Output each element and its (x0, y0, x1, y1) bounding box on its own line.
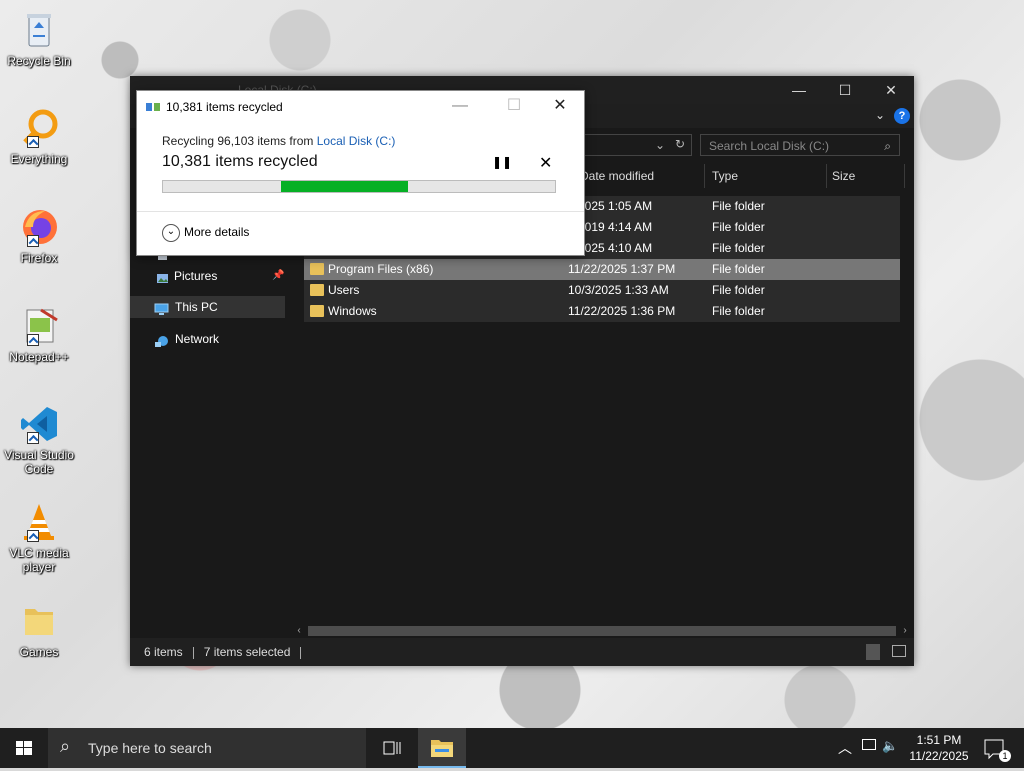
cancel-button[interactable]: ✕ (539, 153, 552, 173)
desktop-icon-everything[interactable]: Everything (4, 108, 74, 166)
desktop-icon-vlc[interactable]: VLC media player (4, 502, 74, 574)
nav-item-network[interactable]: Network (130, 328, 285, 350)
task-view-icon (383, 741, 401, 755)
item-count: 6 items (144, 645, 183, 659)
search-icon: ⌕ (884, 139, 891, 153)
folder-icon (310, 284, 324, 296)
search-placeholder: Search Local Disk (C:) (709, 139, 830, 153)
desktop-icon-vscode[interactable]: Visual Studio Code (4, 404, 74, 476)
network-status-icon[interactable] (862, 739, 876, 750)
taskbar: ⌕ Type here to search ︿ 🔈 1:51 PM 11/22/… (0, 728, 1024, 768)
network-icon (154, 333, 168, 347)
search-icon: ⌕ (60, 736, 71, 756)
clock-time: 1:51 PM (916, 733, 962, 747)
column-separator[interactable] (826, 164, 827, 188)
column-header-type[interactable]: Type (712, 164, 738, 188)
everything-search-icon (19, 108, 59, 148)
scroll-right-icon[interactable]: › (898, 624, 912, 638)
vscode-icon (19, 404, 59, 444)
column-header-size[interactable]: Size (832, 164, 855, 188)
column-separator[interactable] (704, 164, 705, 188)
clock[interactable]: 1:51 PM 11/22/2025 (900, 732, 978, 764)
more-details-button[interactable]: ⌄ More details (162, 222, 249, 242)
dialog-title: 10,381 items recycled (166, 100, 283, 114)
scroll-left-icon[interactable]: ‹ (292, 624, 306, 638)
folder-icon (310, 305, 324, 317)
system-tray: ︿ 🔈 (838, 728, 898, 768)
notification-badge: 1 (999, 750, 1011, 762)
desktop-icon-label: Visual Studio Code (4, 448, 74, 476)
chevron-down-icon: ⌄ (162, 223, 180, 242)
folder-icon (310, 263, 324, 275)
status-bar: 6 items 7 items selected (130, 638, 914, 666)
nav-item-pictures[interactable]: Pictures 📌 (130, 265, 285, 287)
desktop-icon-firefox[interactable]: Firefox (4, 207, 74, 265)
progress-status-text: 10,381 items recycled (162, 153, 318, 170)
address-dropdown-icon[interactable]: ⌄ (655, 138, 665, 152)
progress-bar-fill (280, 181, 408, 192)
task-view-button[interactable] (368, 728, 416, 768)
recycle-bin-icon (19, 10, 59, 50)
notification-icon (984, 739, 1004, 760)
clock-date: 11/22/2025 (909, 749, 969, 763)
desktop-icon-label: Games (19, 645, 59, 659)
horizontal-scrollbar[interactable]: ‹ › (290, 624, 914, 638)
desktop-icon-recycle-bin[interactable]: Recycle Bin (4, 10, 74, 68)
notification-center-button[interactable]: 1 (980, 728, 1024, 768)
pictures-icon (156, 270, 169, 283)
scrollbar-thumb[interactable] (308, 626, 896, 636)
search-input[interactable]: Search Local Disk (C:) ⌕ (700, 134, 900, 156)
taskbar-search-box[interactable]: ⌕ Type here to search (48, 728, 366, 768)
this-pc-icon (154, 301, 169, 315)
column-header-date[interactable]: Date modified (580, 164, 654, 188)
recycling-source-text: Recycling 96,103 items from Local Disk (… (162, 134, 396, 148)
desktop-icon-label: Firefox (20, 251, 58, 265)
selected-count: 7 items selected (203, 645, 291, 659)
column-separator[interactable] (904, 164, 905, 188)
table-row[interactable]: Windows 11/22/2025 1:36 PM File folder (304, 301, 900, 322)
details-view-icon[interactable] (866, 644, 880, 660)
refresh-icon[interactable]: ↻ (675, 137, 685, 151)
source-location-link[interactable]: Local Disk (C:) (317, 134, 396, 148)
firefox-icon (19, 207, 59, 247)
table-row[interactable]: Program Files (x86) 11/22/2025 1:37 PM F… (304, 259, 900, 280)
help-icon[interactable]: ? (894, 108, 910, 124)
pin-icon[interactable]: 📌 (272, 265, 284, 287)
volume-muted-icon[interactable]: 🔈 (882, 738, 898, 754)
recycle-progress-dialog: 10,381 items recycled — ☐ ✕ Recycling 96… (136, 90, 585, 256)
file-explorer-icon (431, 740, 453, 757)
address-bar[interactable]: ⌄ ↻ (582, 134, 692, 156)
nav-item-this-pc[interactable]: This PC (130, 296, 285, 318)
vlc-icon (19, 502, 59, 542)
recycle-icon (146, 101, 160, 113)
large-icons-view-icon[interactable] (892, 645, 906, 657)
desktop-icon-label: VLC media player (9, 546, 69, 574)
minimize-button[interactable]: — (776, 76, 822, 104)
start-button[interactable] (0, 728, 48, 768)
minimize-button[interactable]: — (437, 91, 483, 121)
chevron-down-icon[interactable]: ⌄ (875, 108, 885, 122)
desktop-icon-label: Everything (10, 152, 68, 166)
progress-bar (162, 180, 556, 193)
desktop-icon-label: Recycle Bin (7, 54, 71, 68)
table-row[interactable]: Users 10/3/2025 1:33 AM File folder (304, 280, 900, 301)
notepad-plus-plus-icon (19, 306, 59, 346)
desktop-icon-games[interactable]: Games (4, 601, 74, 659)
maximize-button: ☐ (506, 97, 522, 114)
taskbar-file-explorer[interactable] (418, 728, 466, 768)
folder-icon (19, 601, 59, 641)
windows-logo-icon (16, 741, 32, 755)
close-button[interactable]: ✕ (537, 91, 583, 121)
maximize-button[interactable]: ☐ (822, 76, 868, 104)
chevron-up-icon[interactable]: ︿ (838, 738, 852, 758)
pause-button[interactable]: ❚❚ (492, 155, 512, 169)
desktop-icon-label: Notepad++ (9, 350, 69, 364)
close-button[interactable]: ✕ (868, 76, 914, 104)
desktop-icon-notepadpp[interactable]: Notepad++ (4, 306, 74, 364)
